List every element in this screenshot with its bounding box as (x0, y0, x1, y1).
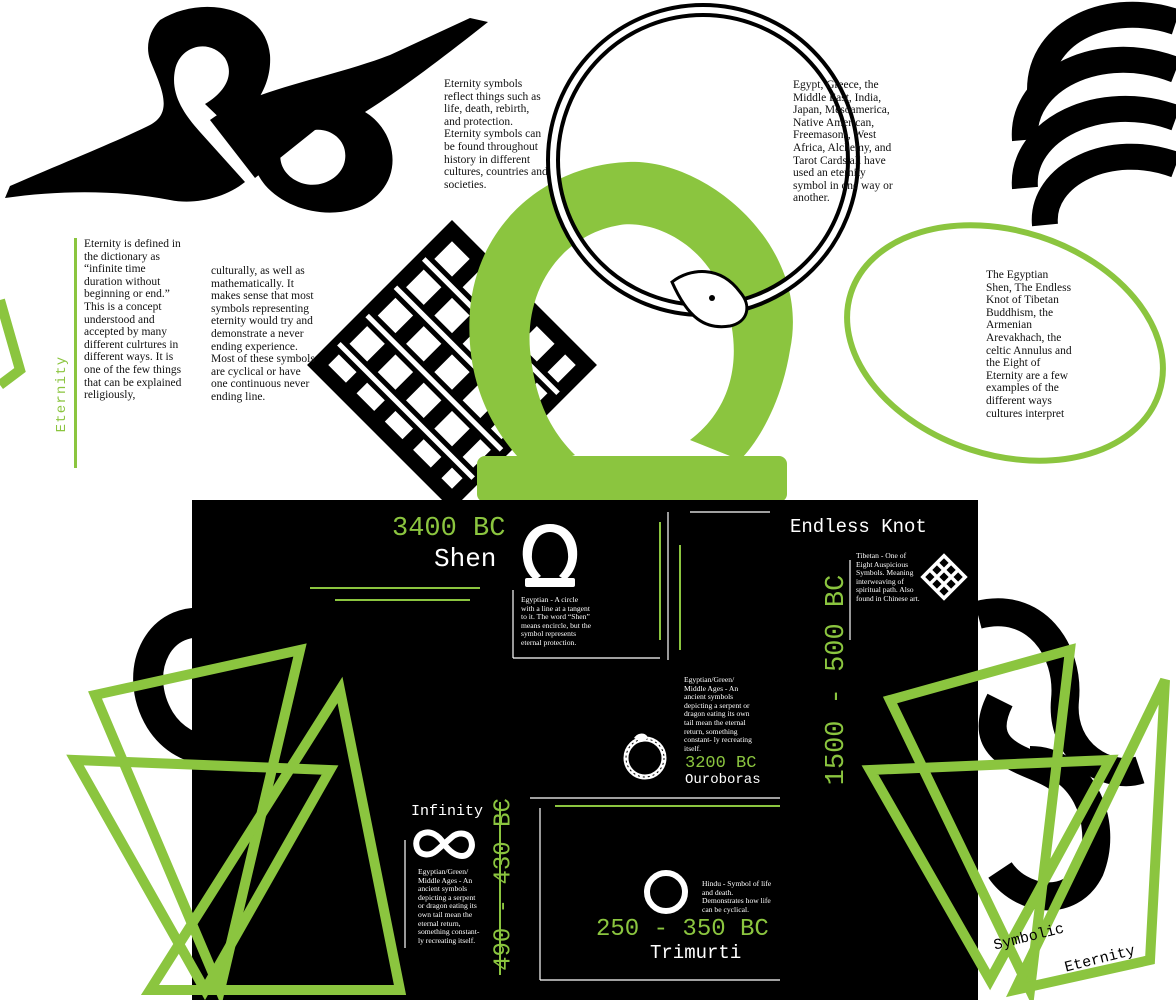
ouroboros-icon (623, 733, 667, 780)
endless-knot-description: Tibetan - One of Eight Auspicious Symbol… (856, 551, 920, 603)
endless-knot-name: Endless Knot (790, 516, 927, 538)
ouroboros-description: Egyptian/Green/ Middle Ages - An ancient… (684, 675, 752, 753)
shen-description: Egyptian - A circle with a line at a tan… (521, 595, 592, 647)
trimurti-circle-icon (644, 870, 688, 914)
cultures-paragraph: Egypt, Greece, the Middle East, India, J… (793, 79, 893, 205)
trimurti-description: Hindu - Symbol of life and death. Demons… (702, 879, 772, 914)
intro-paragraph-top: Eternity symbols reflect things such as … (444, 78, 548, 191)
overlay-shapes (66, 511, 1170, 1000)
endless-knot-icon (920, 553, 968, 601)
shen-icon (522, 524, 578, 587)
shen-date: 3400 BC (392, 514, 506, 544)
trimurti-name: Trimurti (650, 942, 742, 964)
intro-paragraph-left: Eternity is defined in the dictionary as… (84, 238, 182, 402)
intro-divider-line (74, 238, 77, 468)
endless-knot-date: 1500 - 500 BC (822, 574, 852, 786)
side-title: Eternity (54, 355, 70, 433)
ouroboros-name: Ouroboras (685, 772, 761, 788)
ouroboros-date: 3200 BC (685, 754, 757, 773)
infinity-description: Egyptian/Green/ Middle Ages - An ancient… (418, 867, 480, 945)
intro-paragraph-right: culturally, as well as mathematically. I… (211, 265, 315, 403)
infinity-icon (413, 829, 475, 860)
examples-paragraph: The Egyptian Shen, The Endless Knot of T… (986, 269, 1072, 420)
trimurti-date: 250 - 350 BC (596, 916, 769, 943)
infinity-name: Infinity (411, 803, 484, 820)
triangle-cluster-left-shape (66, 643, 407, 1000)
shen-name: Shen (434, 544, 497, 574)
chain-link-left-shape (133, 607, 265, 765)
infinity-date: 490 - 430 BC (490, 798, 518, 971)
